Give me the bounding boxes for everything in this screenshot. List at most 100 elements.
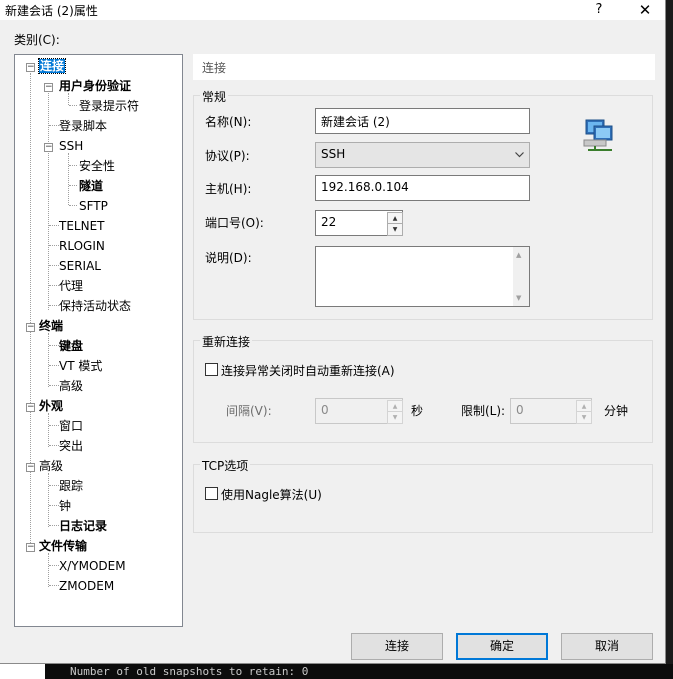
network-computer-icon [583,119,613,151]
tree-item-telnet[interactable]: TELNET [59,217,105,235]
tree-item-trace[interactable]: 跟踪 [59,477,83,495]
tree-item-logging[interactable]: 日志记录 [59,517,107,535]
tree-item-zmodem[interactable]: ZMODEM [59,577,114,595]
protocol-label: 协议(P): [205,149,250,163]
port-label: 端口号(O): [205,216,264,230]
tree-line [49,425,59,426]
help-button[interactable]: ? [586,0,612,20]
tree-line [49,285,59,286]
category-label: 类别(C): [14,33,60,47]
collapse-icon[interactable]: − [26,463,35,472]
interval-spinner[interactable]: ▲ ▼ [387,400,403,424]
collapse-icon[interactable]: − [26,543,35,552]
scroll-down-icon[interactable]: ▼ [516,294,521,302]
collapse-icon[interactable]: − [26,63,35,72]
session-properties-dialog: 新建会话 (2)属性 ? ✕ 类别(C): − 连接 − 用户身份验证 登录提示… [0,0,666,664]
nagle-checkbox[interactable] [205,487,218,500]
tree-item-terminal-advanced[interactable]: 高级 [59,377,83,395]
tree-line [49,225,59,226]
tree-item-xymodem[interactable]: X/YMODEM [59,557,126,575]
tree-item-advanced[interactable]: 高级 [39,457,63,475]
tree-item-window[interactable]: 窗口 [59,417,83,435]
tree-item-bell[interactable]: 钟 [59,497,71,515]
interval-label: 间隔(V): [226,404,272,418]
tree-line [49,445,59,446]
tree-line [49,345,59,346]
tree-item-appearance[interactable]: 外观 [39,397,63,415]
category-tree[interactable]: − 连接 − 用户身份验证 登录提示符 登录脚本 − SSH 安全性 隧道 SF… [14,54,183,627]
tree-item-login-script[interactable]: 登录脚本 [59,117,107,135]
tree-item-security[interactable]: 安全性 [79,157,115,175]
tree-line [49,365,59,366]
title-bar: 新建会话 (2)属性 ? ✕ [0,0,665,20]
connect-button[interactable]: 连接 [351,633,443,660]
section-header: 连接 [193,54,655,80]
nagle-label[interactable]: 使用Nagle算法(U) [221,486,322,503]
background-terminal-text: Number of old snapshots to retain: 0 [45,664,673,679]
spin-down-icon[interactable]: ▼ [577,412,591,423]
tree-line [49,565,59,566]
tree-item-connection[interactable]: 连接 [37,57,67,75]
tree-line [69,205,77,206]
tree-line [69,105,77,106]
tree-line [49,485,59,486]
spin-up-icon[interactable]: ▲ [388,401,402,412]
auto-reconnect-label[interactable]: 连接异常关闭时自动重新连接(A) [221,362,395,379]
name-label: 名称(N): [205,115,252,129]
tree-line [68,153,69,205]
ok-button[interactable]: 确定 [456,633,548,660]
cancel-button[interactable]: 取消 [561,633,653,660]
host-input[interactable]: 192.168.0.104 [315,175,530,201]
tree-line [69,165,77,166]
protocol-select-value: SSH [321,147,346,161]
tree-line [48,553,49,587]
reconnect-group-title: 重新连接 [200,333,253,350]
collapse-icon[interactable]: − [26,403,35,412]
protocol-select[interactable]: SSH [315,142,530,168]
tree-item-terminal[interactable]: 终端 [39,317,63,335]
window-title: 新建会话 (2)属性 [5,4,98,18]
scroll-up-icon[interactable]: ▲ [516,251,521,259]
tree-line [49,265,59,266]
close-button[interactable]: ✕ [628,0,662,20]
tree-item-serial[interactable]: SERIAL [59,257,101,275]
tree-line [48,473,49,527]
tree-line [49,505,59,506]
name-input[interactable]: 新建会话 (2) [315,108,530,134]
tree-line [49,245,59,246]
tree-line [30,73,31,545]
tree-item-tunnel[interactable]: 隧道 [79,177,103,195]
tree-item-auth[interactable]: 用户身份验证 [59,77,131,95]
tree-item-sftp[interactable]: SFTP [79,197,108,215]
interval-unit: 秒 [411,404,424,418]
tree-item-keepalive[interactable]: 保持活动状态 [59,297,131,315]
spin-down-icon[interactable]: ▼ [388,412,402,423]
spin-up-icon[interactable]: ▲ [388,213,402,224]
spin-up-icon[interactable]: ▲ [577,401,591,412]
tree-item-login-prompt[interactable]: 登录提示符 [79,97,139,115]
limit-label: 限制(L): [461,404,506,418]
tree-item-rlogin[interactable]: RLOGIN [59,237,105,255]
tree-line [49,125,59,126]
auto-reconnect-checkbox[interactable] [205,363,218,376]
port-value: 22 [321,215,337,229]
general-group-title: 常规 [200,88,229,105]
tree-item-keyboard[interactable]: 键盘 [59,337,83,355]
tree-item-file-transfer[interactable]: 文件传输 [39,537,87,555]
spin-down-icon[interactable]: ▼ [388,224,402,235]
port-spinner[interactable]: ▲ ▼ [387,212,403,236]
tree-item-ssh[interactable]: SSH [59,137,83,155]
description-scrollbar[interactable]: ▲ ▼ [513,247,529,306]
tree-item-proxy[interactable]: 代理 [59,277,83,295]
description-textarea[interactable]: ▲ ▼ [315,246,530,307]
collapse-icon[interactable]: − [44,143,53,152]
limit-spinner[interactable]: ▲ ▼ [576,400,592,424]
tree-line [49,585,59,586]
tree-item-vt-mode[interactable]: VT 模式 [59,357,102,375]
collapse-icon[interactable]: − [44,83,53,92]
chevron-down-icon [515,152,524,158]
tree-line [48,413,49,447]
background-scrollbar [666,0,673,664]
tree-item-highlight[interactable]: 突出 [59,437,83,455]
collapse-icon[interactable]: − [26,323,35,332]
